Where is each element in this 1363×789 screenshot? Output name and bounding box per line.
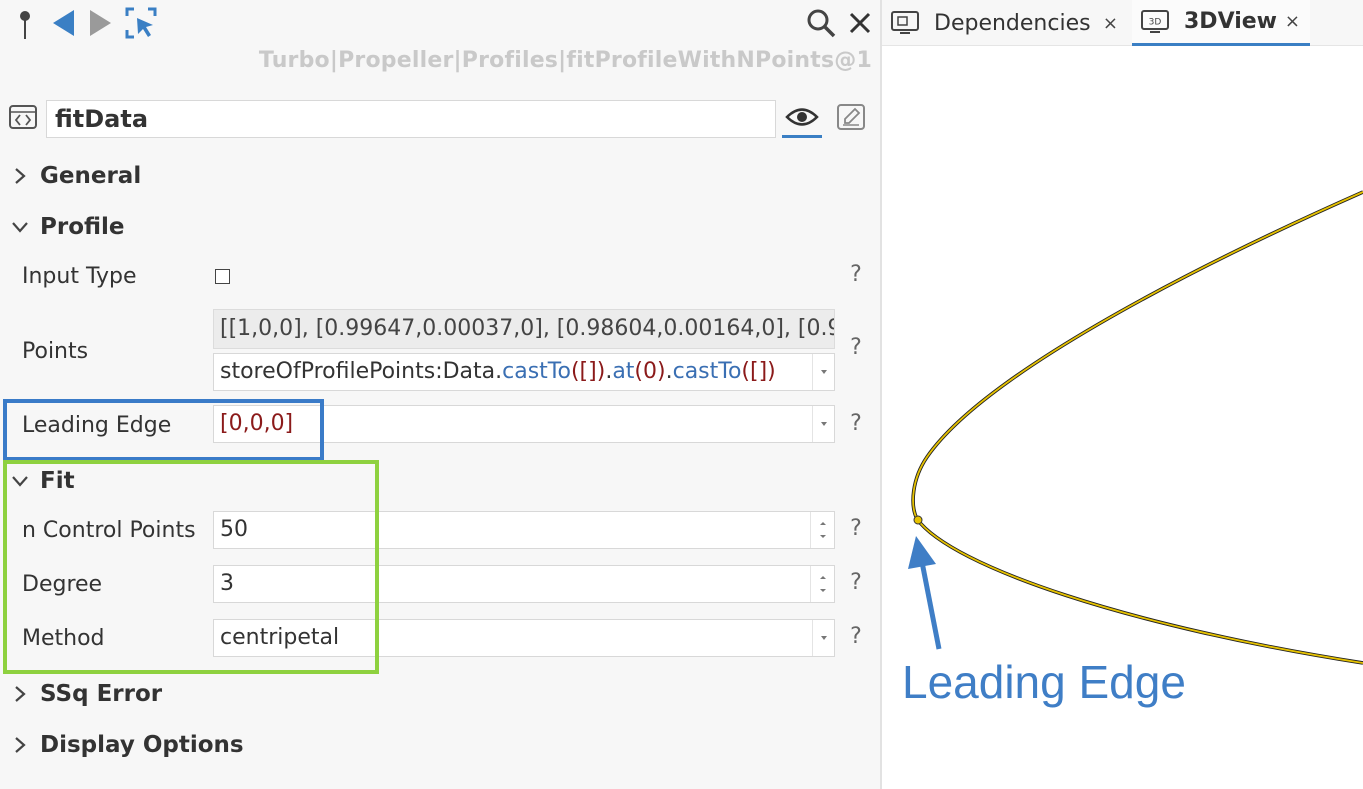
section-display-options-label: Display Options xyxy=(40,732,244,758)
section-ssq-error-label: SSq Error xyxy=(40,681,163,707)
spinner-arrows-icon[interactable] xyxy=(810,512,834,548)
leading-edge-point xyxy=(913,515,923,525)
monitor-icon xyxy=(888,10,922,36)
svg-text:3D: 3D xyxy=(1149,17,1162,27)
expr-arg: (0) xyxy=(634,359,666,384)
dropdown-arrow-icon[interactable] xyxy=(812,620,834,656)
select-cursor-icon[interactable] xyxy=(124,6,158,40)
expr-fn-at: at xyxy=(612,359,635,384)
chevron-right-icon xyxy=(0,736,40,754)
3d-viewport[interactable]: Leading Edge xyxy=(882,47,1363,789)
dropdown-arrow-icon[interactable] xyxy=(812,406,834,442)
points-value: [[1,0,0], [0.99647,0.00037,0], [0.98604,… xyxy=(213,309,835,349)
tab-bar: Dependencies × 3D 3DView × xyxy=(882,0,1363,46)
help-degree[interactable]: ? xyxy=(846,568,866,598)
annotation-arrow xyxy=(908,536,942,650)
section-profile[interactable]: Profile xyxy=(0,209,125,245)
points-label: Points xyxy=(22,339,89,364)
close-tab-icon[interactable]: × xyxy=(1285,11,1300,32)
edit-icon[interactable] xyxy=(834,100,868,134)
help-method[interactable]: ? xyxy=(846,622,866,652)
back-arrow-icon[interactable] xyxy=(48,6,78,40)
input-type-label: Input Type xyxy=(22,264,137,289)
spinner-arrows-icon[interactable] xyxy=(810,566,834,602)
section-general[interactable]: General xyxy=(0,158,141,194)
expr-arg: ([]) xyxy=(741,359,776,384)
close-tab-icon[interactable]: × xyxy=(1103,13,1118,34)
tab-dependencies[interactable]: Dependencies × xyxy=(882,0,1128,46)
search-icon[interactable] xyxy=(804,6,838,40)
section-general-label: General xyxy=(40,163,142,189)
input-type-checkbox[interactable] xyxy=(215,269,230,284)
expr-fn-cast: castTo xyxy=(672,359,742,384)
leading-edge-annotation: Leading Edge xyxy=(902,656,1186,708)
chevron-down-icon xyxy=(0,220,40,234)
tab-dependencies-label: Dependencies xyxy=(934,10,1091,36)
points-expression-field[interactable]: storeOfProfilePoints:Data.castTo([]).at(… xyxy=(213,353,835,391)
section-profile-label: Profile xyxy=(40,214,125,240)
expr-fn-cast: castTo xyxy=(502,359,571,384)
fit-highlight-box xyxy=(3,460,379,674)
profile-curve xyxy=(911,190,1363,665)
help-points[interactable]: ? xyxy=(846,333,866,363)
help-input-type[interactable]: ? xyxy=(846,260,866,290)
help-leading-edge[interactable]: ? xyxy=(846,409,866,439)
3d-monitor-icon: 3D xyxy=(1138,9,1172,35)
expr-arg: ([]) xyxy=(570,359,606,384)
leading-edge-highlight-box xyxy=(3,399,324,461)
object-name-input[interactable]: fitData xyxy=(46,100,776,138)
section-display-options[interactable]: Display Options xyxy=(0,727,244,763)
property-panel: Turbo|Propeller|Profiles|fitProfileWithN… xyxy=(0,0,880,789)
breadcrumb: Turbo|Propeller|Profiles|fitProfileWithN… xyxy=(258,48,872,73)
close-icon[interactable] xyxy=(845,6,875,40)
tab-3dview[interactable]: 3D 3DView × xyxy=(1132,0,1310,46)
dropdown-arrow-icon[interactable] xyxy=(812,354,834,390)
help-n-control-points[interactable]: ? xyxy=(846,514,866,544)
code-object-icon xyxy=(8,104,38,130)
expr-dot: . xyxy=(665,359,673,384)
chevron-right-icon xyxy=(0,685,40,703)
tab-3dview-label: 3DView xyxy=(1184,9,1277,34)
eye-icon[interactable] xyxy=(782,98,822,138)
pin-icon[interactable] xyxy=(12,8,38,42)
forward-arrow-icon[interactable] xyxy=(86,6,116,40)
section-ssq-error[interactable]: SSq Error xyxy=(0,676,162,712)
chevron-right-icon xyxy=(0,167,40,185)
expr-prefix: storeOfProfilePoints:Data. xyxy=(220,359,503,384)
